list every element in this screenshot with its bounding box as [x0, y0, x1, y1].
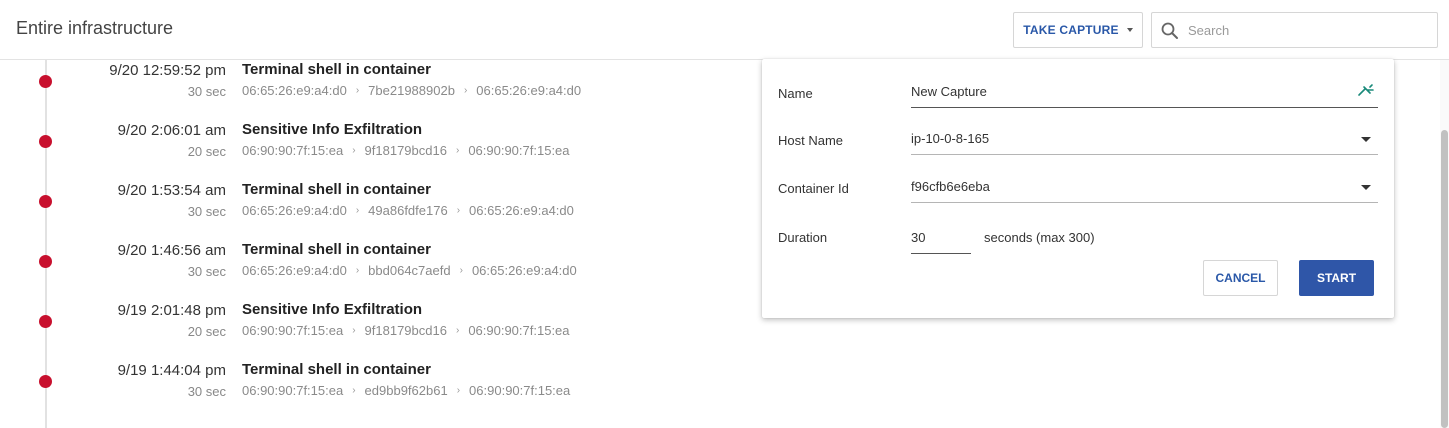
search-box[interactable] [1151, 12, 1438, 48]
event-row[interactable]: 9/20 12:59:52 pm 30 sec Terminal shell i… [0, 50, 760, 110]
page-title: Entire infrastructure [16, 18, 174, 38]
chevron-right-icon: › [355, 85, 360, 96]
path-container: bbd064c7aefd [368, 263, 451, 278]
path-container: ed9bb9f62b61 [364, 383, 448, 398]
event-duration: 20 sec [187, 144, 226, 159]
event-dot [39, 135, 52, 148]
take-capture-button[interactable]: TAKE CAPTURE [1013, 12, 1143, 48]
event-dot [39, 255, 52, 268]
path-source: 06:65:26:e9:a4:d0 [242, 83, 347, 98]
container-id-value: f96cfb6e6eba [911, 179, 990, 194]
path-container: 9f18179bcd16 [364, 143, 447, 158]
search-icon [1161, 22, 1178, 39]
path-destination: 06:90:90:7f:15:ea [468, 323, 570, 338]
path-source: 06:90:90:7f:15:ea [242, 143, 344, 158]
event-duration: 20 sec [187, 324, 226, 339]
path-source: 06:65:26:e9:a4:d0 [242, 263, 347, 278]
event-time: 9/20 1:53:54 am [117, 182, 226, 199]
path-container: 49a86fdfe176 [368, 203, 448, 218]
host-name-value: ip-10-0-8-165 [911, 131, 990, 146]
event-path: 06:65:26:e9:a4:d0 › bbd064c7aefd › 06:65:26:… [242, 263, 577, 278]
event-title: Sensitive Info Exfiltration [242, 121, 423, 138]
duration-value: 30 [911, 230, 926, 245]
path-source: 06:90:90:7f:15:ea [242, 323, 344, 338]
path-container: 9f18179bcd16 [364, 323, 447, 338]
event-path: 06:65:26:e9:a4:d0 › 49a86fdfe176 › 06:65:26:… [242, 203, 574, 218]
chevron-down-icon [1126, 28, 1133, 32]
search-input[interactable] [1188, 19, 1428, 41]
duration-hint: seconds (max 300) [984, 230, 1095, 245]
chevron-down-icon [1361, 185, 1371, 190]
event-path: 06:90:90:7f:15:ea › 9f18179bcd16 › 06:90:90:… [242, 143, 570, 158]
capture-name-value: New Capture [911, 84, 987, 99]
event-title: Terminal shell in container [242, 241, 431, 258]
event-path: 06:90:90:7f:15:ea › 9f18179bcd16 › 06:90:90:… [242, 323, 570, 338]
event-title: Terminal shell in container [242, 181, 431, 198]
container-id-select[interactable]: f96cfb6e6eba [911, 179, 1378, 203]
chevron-right-icon: › [355, 205, 360, 216]
chevron-right-icon: › [455, 325, 460, 336]
chevron-right-icon: › [355, 265, 360, 276]
event-time: 9/19 1:44:04 pm [117, 362, 226, 379]
event-time: 9/20 12:59:52 pm [109, 62, 226, 79]
scrollbar-thumb[interactable] [1441, 130, 1448, 428]
event-row[interactable]: 9/20 2:06:01 am 20 sec Sensitive Info Ex… [0, 110, 760, 170]
event-row[interactable]: 9/20 1:53:54 am 30 sec Terminal shell in… [0, 170, 760, 230]
event-time: 9/20 2:06:01 am [117, 122, 226, 139]
path-source: 06:65:26:e9:a4:d0 [242, 203, 347, 218]
host-name-select[interactable]: ip-10-0-8-165 [911, 131, 1378, 155]
chevron-right-icon: › [352, 385, 356, 396]
chevron-right-icon: › [463, 85, 468, 96]
chevron-right-icon: › [455, 145, 460, 156]
path-container: 7be21988902b [368, 83, 455, 98]
event-dot [39, 315, 52, 328]
event-row[interactable]: 9/19 2:01:48 pm 20 sec Sensitive Info Ex… [0, 290, 760, 350]
chevron-right-icon: › [459, 265, 463, 276]
chevron-right-icon: › [352, 325, 356, 336]
event-time: 9/20 1:46:56 am [117, 242, 226, 259]
chevron-right-icon: › [456, 205, 461, 216]
path-destination: 06:65:26:e9:a4:d0 [469, 203, 574, 218]
pin-icon[interactable] [1356, 82, 1376, 98]
chevron-down-icon [1361, 137, 1371, 142]
capture-popover: Name New Capture Host Name ip-10-0-8-165… [762, 59, 1394, 318]
cancel-button[interactable]: CANCEL [1203, 260, 1278, 296]
capture-name-field[interactable]: New Capture [911, 84, 1378, 108]
event-dot [39, 75, 52, 88]
event-row[interactable]: 9/19 1:44:04 pm 30 sec Terminal shell in… [0, 350, 760, 410]
event-title: Terminal shell in container [242, 361, 431, 378]
path-destination: 06:90:90:7f:15:ea [468, 143, 570, 158]
event-duration: 30 sec [187, 84, 226, 99]
event-title: Terminal shell in container [242, 61, 431, 78]
event-duration: 30 sec [187, 264, 226, 279]
container-id-label: Container Id [778, 181, 849, 196]
path-destination: 06:65:26:e9:a4:d0 [471, 263, 577, 278]
event-dot [39, 375, 52, 388]
path-destination: 06:65:26:e9:a4:d0 [476, 83, 582, 98]
event-row[interactable]: 9/20 1:46:56 am 30 sec Terminal shell in… [0, 230, 760, 290]
chevron-right-icon: › [352, 145, 356, 156]
event-duration: 30 sec [187, 204, 226, 219]
event-path: 06:90:90:7f:15:ea › ed9bb9f62b61 › 06:90:90:… [242, 383, 570, 398]
duration-label: Duration [778, 230, 828, 245]
duration-input[interactable]: 30 [911, 230, 971, 254]
take-capture-label: TAKE CAPTURE [1023, 23, 1119, 37]
event-time: 9/19 2:01:48 pm [117, 302, 226, 319]
host-name-label: Host Name [778, 133, 844, 148]
name-label: Name [778, 86, 813, 101]
path-destination: 06:90:90:7f:15:ea [469, 383, 571, 398]
event-title: Sensitive Info Exfiltration [242, 301, 423, 318]
chevron-right-icon: › [456, 385, 461, 396]
event-path: 06:65:26:e9:a4:d0 › 7be21988902b › 06:65:26:… [242, 83, 581, 98]
path-source: 06:90:90:7f:15:ea [242, 383, 344, 398]
start-button[interactable]: START [1299, 260, 1374, 296]
event-dot [39, 195, 52, 208]
event-duration: 30 sec [187, 384, 226, 399]
